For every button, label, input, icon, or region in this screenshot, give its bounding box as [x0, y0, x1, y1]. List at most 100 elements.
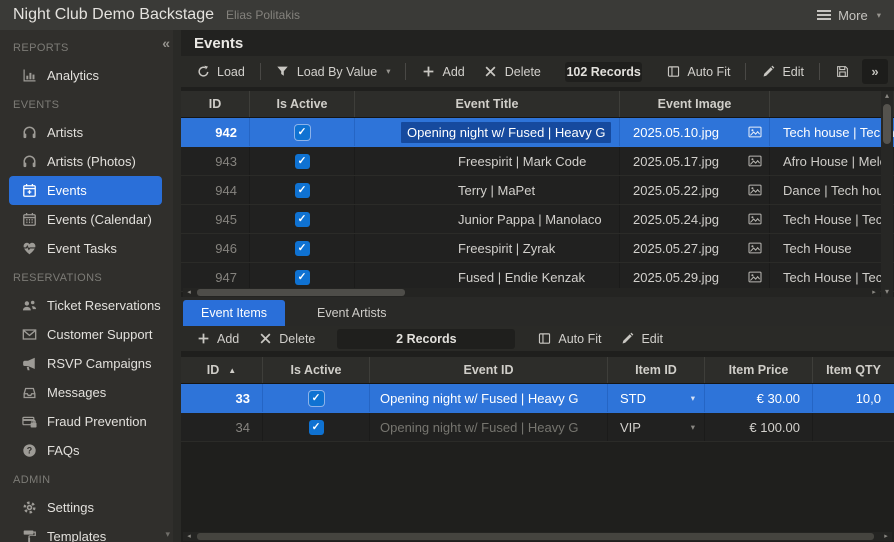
load-button[interactable]: Load — [187, 59, 254, 84]
column-header[interactable]: Is Active ▲ — [263, 357, 370, 383]
event-row[interactable]: 944 ✓ Terry | MaPet 2025.05.22.jpg Dance… — [181, 176, 894, 205]
checkbox[interactable]: ✓ — [308, 390, 324, 406]
sidebar-item[interactable]: ? FAQs — [9, 436, 162, 465]
sidebar-item[interactable]: Ticket Reservations — [9, 291, 162, 320]
checkbox[interactable]: ✓ — [294, 240, 310, 256]
scroll-left-icon[interactable]: ◂ — [183, 288, 195, 297]
sidebar-item[interactable]: Event Tasks — [9, 234, 162, 263]
column-header[interactable]: Event ID ▲ — [370, 357, 608, 383]
column-header[interactable]: Item QTY ▲ — [813, 357, 894, 383]
plus-icon — [421, 65, 435, 79]
cell-is-active: ✓ — [250, 147, 355, 175]
event-row[interactable]: 945 ✓ Junior Pappa | Manolaco 2025.05.24… — [181, 205, 894, 234]
image-icon[interactable] — [748, 184, 762, 196]
cell-is-active: ✓ — [250, 176, 355, 204]
check-icon: ✓ — [297, 212, 307, 225]
save-button[interactable] — [826, 59, 858, 84]
cell-event-title[interactable]: Freespirit | Mark Code — [355, 147, 620, 175]
check-icon: ✓ — [297, 270, 307, 283]
column-header[interactable]: Event Title — [355, 91, 620, 117]
auto-fit-button[interactable]: Auto Fit — [657, 59, 739, 84]
calendar-plus-icon — [21, 183, 37, 199]
sidebar-item-label: Settings — [47, 500, 94, 515]
checkbox[interactable]: ✓ — [294, 153, 310, 169]
checkbox[interactable]: ✓ — [294, 211, 310, 227]
column-header[interactable]: ID ▲ — [181, 357, 263, 383]
image-icon[interactable] — [748, 126, 762, 138]
logged-in-user: Elias Politakis — [225, 8, 301, 22]
cell-event-title[interactable]: Terry | MaPet — [355, 176, 620, 204]
image-icon[interactable] — [748, 271, 762, 283]
sidebar-item[interactable]: Templates — [9, 522, 162, 542]
scroll-up-icon[interactable]: ▴ — [885, 91, 889, 101]
image-icon[interactable] — [748, 155, 762, 167]
sidebar-item[interactable]: Artists — [9, 118, 162, 147]
cell-event-title[interactable]: Freespirit | Zyrak — [355, 234, 620, 262]
sidebar-section-label: RESERVATIONS — [13, 272, 103, 284]
more-menu-button[interactable]: More ▾ — [817, 8, 881, 23]
add-button[interactable]: Add — [187, 326, 248, 351]
event-row[interactable]: 942 ✓ Opening night w/ Fused | Heavy G 2… — [181, 118, 894, 147]
check-icon: ✓ — [297, 125, 307, 138]
cell-music-genre: Afro House | Melo — [783, 153, 887, 169]
horizontal-scrollbar-thumb[interactable] — [197, 289, 405, 296]
sidebar-item[interactable]: Events (Calendar) — [9, 205, 162, 234]
auto-fit-button[interactable]: Auto Fit — [528, 326, 610, 351]
sidebar-item[interactable]: Messages — [9, 378, 162, 407]
scroll-right-icon[interactable]: ▸ — [868, 288, 880, 297]
events-horizontal-scrollbar[interactable]: ◂ ▸ — [183, 288, 880, 297]
sidebar-item[interactable]: Artists (Photos) — [9, 147, 162, 176]
sidebar-item[interactable]: Analytics — [9, 61, 162, 90]
checkbox[interactable]: ✓ — [294, 182, 310, 198]
sidebar-item[interactable]: Settings — [9, 493, 162, 522]
vertical-scrollbar-thumb[interactable] — [883, 104, 891, 144]
sidebar-item[interactable]: RSVP Campaigns — [9, 349, 162, 378]
column-header[interactable]: Is Active — [250, 91, 355, 117]
bottom-horizontal-scrollbar[interactable]: ◂ ▸ — [183, 532, 892, 541]
column-header[interactable]: Item Price ▲ — [705, 357, 813, 383]
cell-event-title[interactable]: Fused | Endie Kenzak — [355, 263, 620, 291]
sidebar-item[interactable]: Fraud Prevention — [9, 407, 162, 436]
tab[interactable]: Event Items — [183, 300, 285, 326]
event-row[interactable]: 946 ✓ Freespirit | Zyrak 2025.05.27.jpg — [181, 234, 894, 263]
checkbox[interactable]: ✓ — [294, 124, 310, 140]
load-by-value-button[interactable]: Load By Value ▾ — [267, 59, 400, 84]
edit-button[interactable]: Edit — [611, 326, 672, 351]
delete-button[interactable]: Delete — [475, 59, 550, 84]
sidebar-item-label: Artists (Photos) — [47, 154, 136, 169]
check-icon: ✓ — [311, 420, 321, 433]
column-header[interactable]: Event Image — [620, 91, 770, 117]
cell-id: 945 — [181, 205, 250, 233]
cell-item-id-dropdown[interactable]: STD ▾ — [608, 384, 705, 412]
cell-item-id-dropdown[interactable]: VIP ▾ — [608, 413, 705, 441]
scroll-left-icon[interactable]: ◂ — [183, 532, 195, 541]
event-item-row[interactable]: 33 ✓ Opening night w/ Fused | Heavy G ST… — [181, 384, 894, 413]
sidebar-section: RESERVATIONS Ticket Reservations Custome… — [0, 263, 173, 465]
edit-button[interactable]: Edit — [752, 59, 813, 84]
column-header[interactable] — [770, 91, 894, 117]
checkbox[interactable]: ✓ — [294, 269, 310, 285]
horizontal-scrollbar-thumb[interactable] — [197, 533, 874, 540]
sidebar-item[interactable]: Customer Support — [9, 320, 162, 349]
vertical-scrollbar[interactable]: ▴ ▾ — [881, 91, 893, 297]
image-icon[interactable] — [748, 213, 762, 225]
tab[interactable]: Event Artists — [299, 300, 404, 326]
sidebar-item[interactable]: Events — [9, 176, 162, 205]
delete-button[interactable]: Delete — [249, 326, 324, 351]
scroll-down-icon[interactable]: ▾ — [885, 287, 889, 297]
toolbar-overflow-button[interactable]: » — [862, 59, 888, 84]
sidebar-splitter[interactable] — [173, 30, 181, 542]
column-header[interactable]: Item ID ▲ — [608, 357, 705, 383]
checkbox[interactable]: ✓ — [308, 419, 324, 435]
add-button[interactable]: Add — [412, 59, 473, 84]
column-header[interactable]: ID — [181, 91, 250, 117]
collapse-sidebar-button[interactable]: « — [162, 35, 170, 51]
sidebar-scroll-down-icon[interactable]: ▾ — [165, 529, 170, 540]
scroll-right-icon[interactable]: ▸ — [880, 532, 892, 541]
cell-event-title[interactable]: Opening night w/ Fused | Heavy G — [355, 118, 620, 146]
refresh-icon — [196, 65, 210, 79]
event-item-row[interactable]: 34 ✓ Opening night w/ Fused | Heavy G VI… — [181, 413, 894, 442]
image-icon[interactable] — [748, 242, 762, 254]
event-row[interactable]: 943 ✓ Freespirit | Mark Code 2025.05.17.… — [181, 147, 894, 176]
cell-event-title[interactable]: Junior Pappa | Manolaco — [355, 205, 620, 233]
